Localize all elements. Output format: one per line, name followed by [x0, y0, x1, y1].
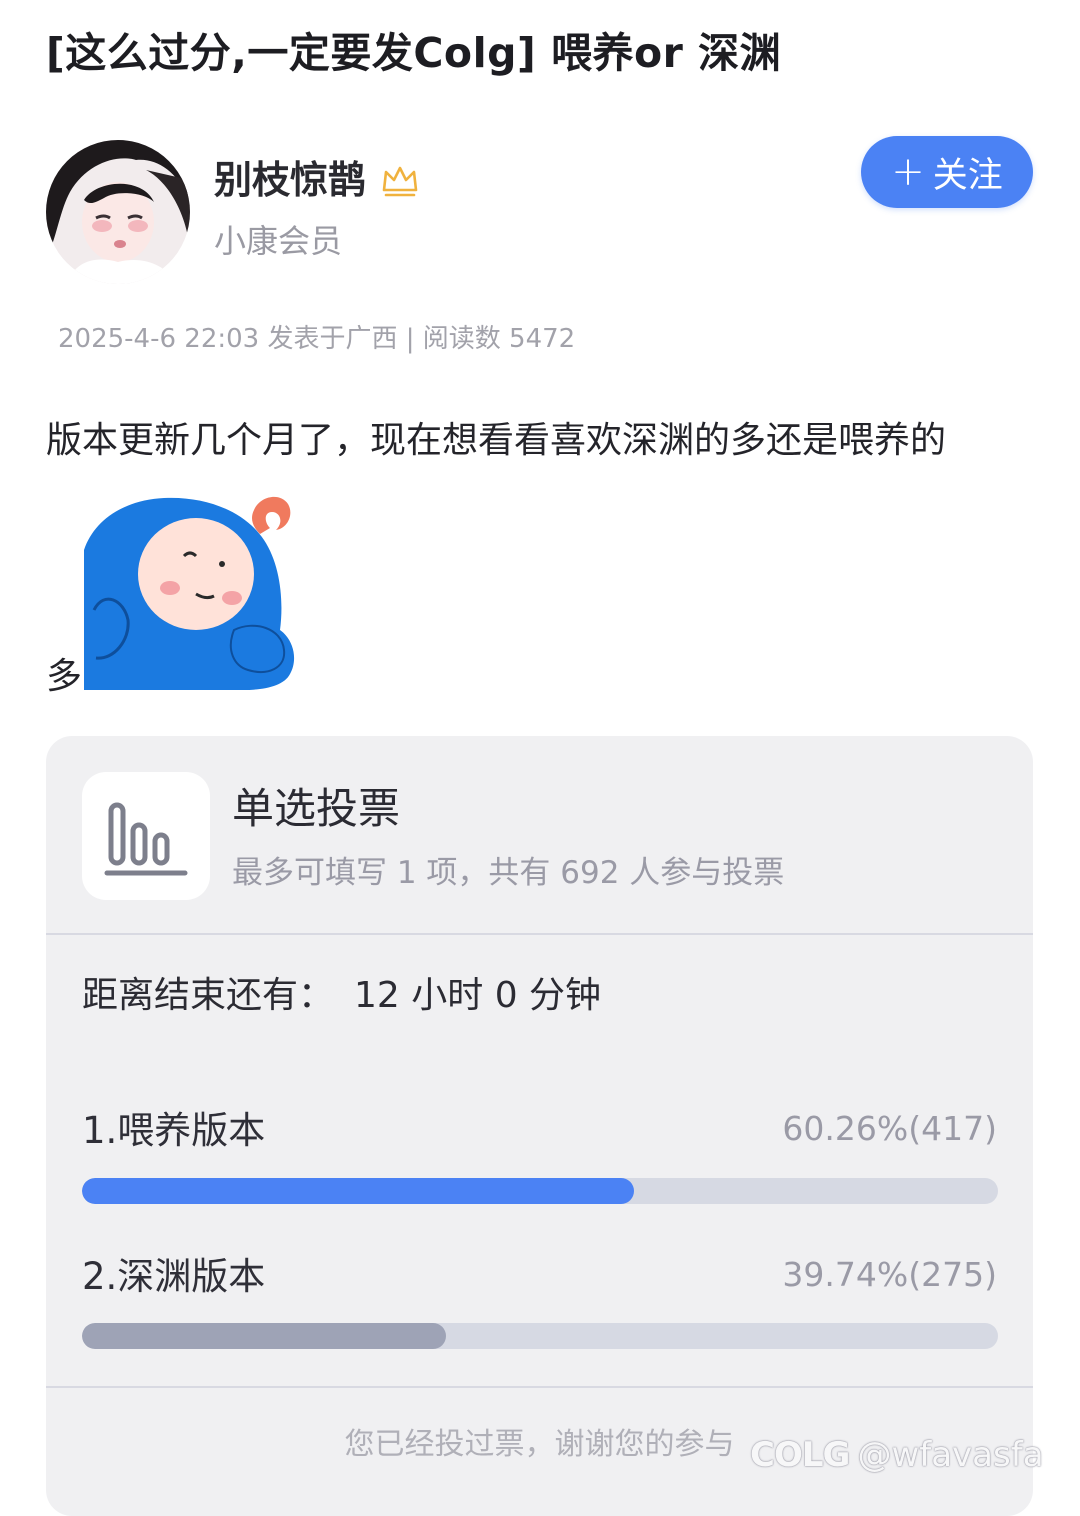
- author-level: 小康会员: [214, 222, 343, 260]
- post-body-tail: 多: [46, 656, 83, 697]
- poll-option-bar: [82, 1178, 998, 1204]
- post-body: 版本更新几个月了，现在想看看喜欢深渊的多还是喂养的: [46, 420, 947, 461]
- poll-countdown: 距离结束还有： 12 小时 0 分钟: [82, 970, 601, 1022]
- poll-option-label: 2.深渊版本: [82, 1255, 266, 1298]
- watermark: COLG @wfavasfa: [750, 1430, 1044, 1480]
- sticker-emoji: [84, 496, 295, 690]
- bar-chart-icon: [104, 802, 188, 876]
- watermark-logo: COLG: [750, 1435, 850, 1475]
- poll-divider: [46, 933, 1033, 935]
- poll-option-result: 60.26%(417): [782, 1109, 997, 1148]
- post-title: [这么过分,一定要发Colg] 喂养or 深渊: [46, 29, 782, 77]
- poll-option-bar-fill: [82, 1323, 447, 1349]
- countdown-value: 12 小时 0 分钟: [354, 975, 602, 1016]
- poll-option-label: 1.喂养版本: [82, 1109, 266, 1152]
- poll-footer-divider: [46, 1386, 1033, 1388]
- plus-icon: +: [891, 149, 925, 195]
- watermark-handle: @wfavasfa: [857, 1435, 1044, 1475]
- author-name[interactable]: 别枝惊鹊: [214, 154, 366, 206]
- poll-description: 最多可填写 1 项，共有 692 人参与投票: [232, 855, 785, 891]
- poll-option-bar: [82, 1323, 998, 1349]
- poll-option-bar-fill: [82, 1178, 634, 1204]
- post-meta: 2025-4-6 22:03 发表于广西 | 阅读数 5472: [58, 324, 576, 354]
- poll-option-result: 39.74%(275): [782, 1255, 997, 1294]
- poll-type: 单选投票: [232, 784, 401, 833]
- countdown-label: 距离结束还有：: [82, 975, 335, 1016]
- avatar-illustration: [46, 140, 190, 284]
- crown-icon: [382, 166, 418, 197]
- author-avatar[interactable]: [46, 140, 190, 284]
- poll-card: 单选投票 最多可填写 1 项，共有 692 人参与投票 距离结束还有： 12 小时…: [46, 736, 1033, 1516]
- follow-label: 关注: [932, 155, 1003, 196]
- follow-button[interactable]: + 关注: [861, 136, 1033, 208]
- poll-icon-box: [82, 772, 210, 900]
